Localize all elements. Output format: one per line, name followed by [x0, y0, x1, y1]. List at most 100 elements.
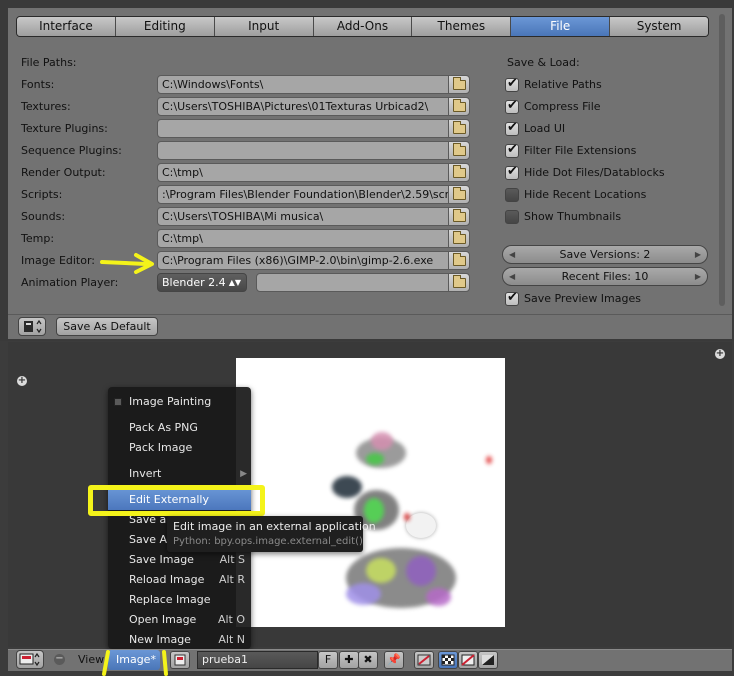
tab-interface[interactable]: Interface	[17, 17, 116, 36]
folder-icon	[453, 253, 466, 266]
check-icon: ✔	[507, 76, 518, 91]
preferences-tabs: Interface Editing Input Add-Ons Themes F…	[16, 16, 709, 37]
checkbox[interactable]: ✔	[505, 290, 519, 306]
brush-icon	[417, 654, 431, 666]
pin-button[interactable]: 📌	[384, 651, 404, 669]
annotation-underline-marks-icon	[102, 650, 168, 676]
tooltip: Edit image in an external application Py…	[167, 516, 376, 552]
checkbox[interactable]	[505, 188, 519, 202]
alpha-checker-icon	[461, 654, 475, 666]
image-editor-path-field[interactable]: C:\Program Files (x86)\GIMP-2.0\bin\gimp…	[157, 251, 449, 270]
unlink-image-button[interactable]: ✖	[358, 651, 378, 669]
checker-icon	[441, 654, 455, 666]
checkbox[interactable]: ✔	[505, 120, 519, 136]
collapse-menus-icon[interactable]: −	[54, 654, 65, 665]
editor-type-button[interactable]	[16, 650, 44, 669]
checkbox[interactable]: ✔	[505, 98, 519, 114]
texture-plugins-browse-button[interactable]	[448, 119, 470, 138]
check-icon: ✔	[507, 164, 518, 179]
texture-blob	[404, 513, 410, 521]
sounds-browse-button[interactable]	[448, 207, 470, 226]
animation-player-path-field[interactable]	[256, 273, 450, 292]
checkbox[interactable]: ✔	[505, 164, 519, 180]
tooltip-python: Python: bpy.ops.image.external_edit()	[173, 536, 363, 547]
image-editor-icon	[19, 652, 40, 667]
tab-system[interactable]: System	[610, 17, 708, 36]
checkbox[interactable]	[505, 210, 519, 224]
temp-path-field[interactable]: C:\tmp\	[157, 229, 449, 248]
image-browse-button[interactable]	[170, 651, 190, 669]
texture-blob	[332, 476, 362, 498]
texture-blob	[406, 556, 436, 586]
folder-icon	[453, 209, 466, 222]
recent-files-field[interactable]: ◀ Recent Files: 10 ▶	[502, 267, 708, 286]
scripts-path-field[interactable]: :\Program Files\Blender Foundation\Blend…	[157, 185, 449, 204]
increment-arrow-icon[interactable]: ▶	[695, 246, 701, 263]
render-output-browse-button[interactable]	[448, 163, 470, 182]
scripts-browse-button[interactable]	[448, 185, 470, 204]
save-load-heading: Save & Load:	[507, 56, 580, 69]
preferences-scrollbar[interactable]	[719, 14, 725, 306]
image-canvas[interactable]	[236, 358, 505, 627]
sequence-plugins-path-field[interactable]	[157, 141, 449, 160]
draw-alpha-button[interactable]	[458, 651, 478, 669]
tab-editing[interactable]: Editing	[115, 17, 215, 36]
tab-add-ons[interactable]: Add-Ons	[313, 17, 413, 36]
sequence-plugins-browse-button[interactable]	[448, 141, 470, 160]
save-versions-field[interactable]: ◀ Save Versions: 2 ▶	[502, 245, 708, 264]
tab-input[interactable]: Input	[214, 17, 314, 36]
updown-arrows-icon: ▲▼	[228, 278, 241, 287]
animation-player-label: Animation Player:	[21, 276, 119, 289]
properties-toggle-icon[interactable]: +	[715, 349, 725, 359]
textures-path-field[interactable]: C:\Users\TOSHIBA\Pictures\01Texturas Urb…	[157, 97, 449, 116]
fonts-browse-button[interactable]	[448, 75, 470, 94]
annotation-arrow-icon	[100, 253, 154, 274]
menu-item-open-image[interactable]: Open Image Alt O	[108, 610, 251, 630]
menu-item-image-painting[interactable]: Image Painting	[108, 392, 251, 412]
image-editor-browse-button[interactable]	[448, 251, 470, 270]
close-icon: ✖	[363, 653, 373, 666]
fonts-label: Fonts:	[21, 78, 55, 91]
menu-item-pack-image[interactable]: Pack Image	[108, 438, 251, 458]
render-output-label: Render Output:	[21, 166, 106, 179]
image-name-field[interactable]: prueba1	[197, 651, 318, 669]
increment-arrow-icon[interactable]: ▶	[695, 268, 701, 285]
texture-plugins-label: Texture Plugins:	[21, 122, 108, 135]
textures-browse-button[interactable]	[448, 97, 470, 116]
new-image-button[interactable]: ✚	[339, 651, 359, 669]
folder-icon	[453, 121, 466, 134]
tool-shelf-toggle-icon[interactable]: +	[17, 376, 27, 386]
tab-themes[interactable]: Themes	[412, 17, 512, 36]
sounds-path-field[interactable]: C:\Users\TOSHIBA\Mi musica\	[157, 207, 449, 226]
submenu-arrow-icon: ▶	[240, 469, 247, 479]
checkbox[interactable]: ✔	[505, 142, 519, 158]
tab-file[interactable]: File	[511, 17, 611, 36]
check-icon: ✔	[507, 142, 518, 157]
fake-user-button[interactable]: F	[318, 651, 338, 669]
fonts-path-field[interactable]: C:\Windows\Fonts\	[157, 75, 449, 94]
check-icon: ✔	[507, 120, 518, 135]
temp-browse-button[interactable]	[448, 229, 470, 248]
menu-item-reload-image[interactable]: Reload Image Alt R	[108, 570, 251, 590]
paint-mode-button[interactable]	[414, 651, 434, 669]
zbuffer-icon	[482, 655, 494, 665]
folder-icon	[453, 165, 466, 178]
menu-item-pack-as-png[interactable]: Pack As PNG	[108, 418, 251, 438]
decrement-arrow-icon[interactable]: ◀	[509, 268, 515, 285]
texture-blob	[426, 588, 451, 606]
texture-plugins-path-field[interactable]	[157, 119, 449, 138]
decrement-arrow-icon[interactable]: ◀	[509, 246, 515, 263]
render-output-path-field[interactable]: C:\tmp\	[157, 163, 449, 182]
menu-item-replace-image[interactable]: Replace Image	[108, 590, 251, 610]
menu-item-invert[interactable]: Invert ▶	[108, 464, 251, 484]
pin-icon: 📌	[387, 653, 401, 666]
file-paths-heading: File Paths:	[21, 56, 77, 69]
animation-player-dropdown[interactable]: Blender 2.4 ▲▼	[157, 273, 247, 292]
editor-type-button[interactable]	[18, 317, 46, 336]
save-as-default-button[interactable]: Save As Default	[56, 317, 158, 336]
animation-player-browse-button[interactable]	[448, 273, 470, 292]
checkbox[interactable]: ✔	[505, 76, 519, 92]
draw-zbuffer-button[interactable]	[478, 651, 498, 669]
draw-image-button[interactable]	[438, 651, 458, 669]
menu-item-save-image[interactable]: Save Image Alt S	[108, 550, 251, 570]
